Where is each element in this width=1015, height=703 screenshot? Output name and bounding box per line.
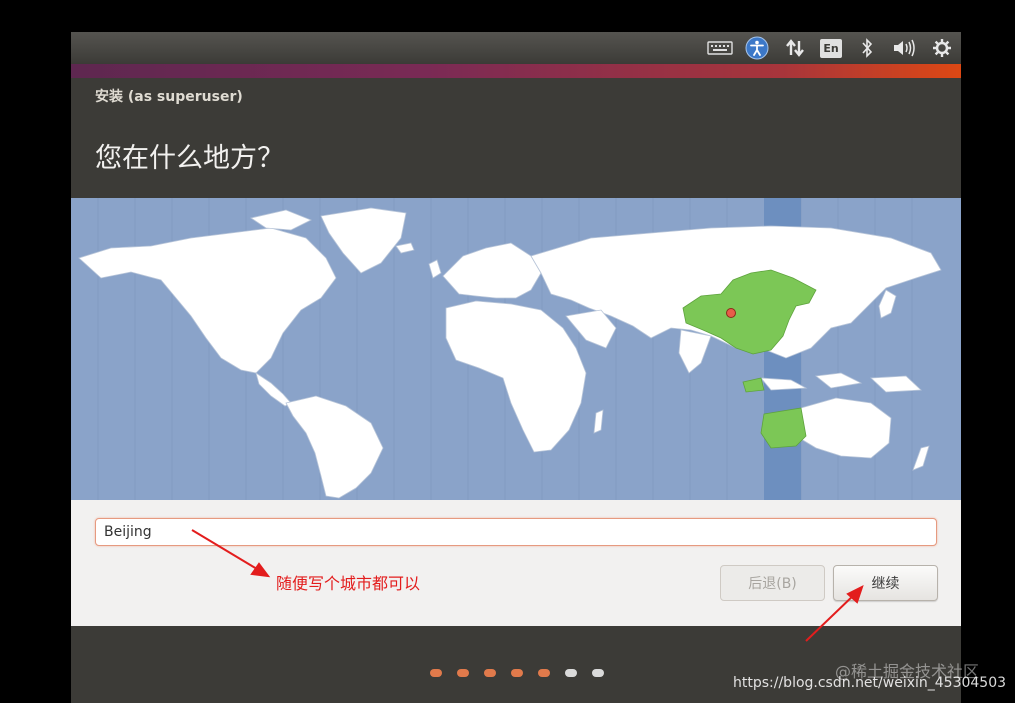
land-masses	[78, 207, 942, 499]
timezone-map[interactable]	[71, 198, 961, 500]
progress-dot	[511, 669, 523, 677]
keyboard-icon[interactable]	[705, 37, 735, 59]
page-title: 您在什么地方？	[95, 143, 284, 174]
network-icon[interactable]	[783, 37, 807, 59]
progress-dot	[430, 669, 442, 677]
progress-dot	[592, 669, 604, 677]
annotation-note: 随便写个城市都可以	[276, 574, 421, 593]
progress-dot	[484, 669, 496, 677]
back-button[interactable]: 后退(B)	[720, 565, 825, 601]
keyboard-layout-label: En	[820, 38, 842, 58]
settings-gear-icon[interactable]	[930, 37, 954, 59]
continue-button[interactable]: 继续	[833, 565, 938, 601]
world-map[interactable]	[71, 198, 961, 500]
keyboard-layout-indicator[interactable]: En	[819, 37, 843, 59]
progress-bar-area	[71, 626, 961, 703]
watermark-url: https://blog.csdn.net/weixin_45304503	[733, 675, 1007, 691]
window-title: 安装 (as superuser)	[95, 89, 243, 105]
selected-city-marker	[726, 308, 736, 318]
progress-dot	[457, 669, 469, 677]
accessibility-icon[interactable]	[744, 36, 770, 60]
installer-screen: En 安装 (as superuser) 您在什么地方？ Beijing 随便写…	[71, 32, 961, 703]
top-panel: En	[71, 32, 961, 64]
bluetooth-icon[interactable]	[857, 37, 877, 59]
location-form: 随便写个城市都可以 后退(B) 继续	[71, 500, 961, 626]
progress-dot	[565, 669, 577, 677]
title-accent-strip	[71, 64, 961, 78]
location-input[interactable]	[95, 518, 937, 546]
volume-icon[interactable]	[891, 37, 917, 59]
progress-dot	[538, 669, 550, 677]
